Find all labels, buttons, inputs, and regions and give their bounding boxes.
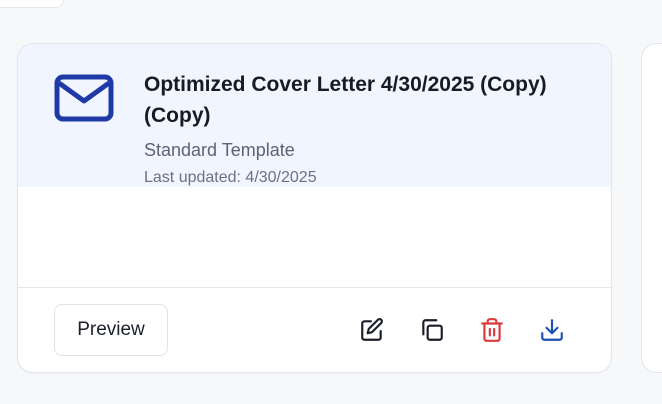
card-title: Optimized Cover Letter 4/30/2025 (Copy) … <box>144 73 547 127</box>
trash-icon <box>481 318 503 342</box>
template-name: Standard Template <box>144 140 295 160</box>
download-icon <box>541 319 563 341</box>
copy-button[interactable] <box>419 317 445 343</box>
mail-icon <box>54 74 114 122</box>
delete-button[interactable] <box>479 317 505 343</box>
next-card-edge <box>641 43 662 373</box>
download-button[interactable] <box>539 317 565 343</box>
edit-button[interactable] <box>359 317 385 343</box>
card-divider <box>18 287 611 288</box>
copy-icon <box>422 319 443 341</box>
edit-icon <box>361 318 383 341</box>
previous-control-fragment <box>0 0 64 8</box>
preview-button[interactable]: Preview <box>54 304 168 356</box>
cover-letter-card: Optimized Cover Letter 4/30/2025 (Copy) … <box>17 43 612 373</box>
card-info: Optimized Cover Letter 4/30/2025 (Copy) … <box>144 69 584 188</box>
last-updated: Last updated: 4/30/2025 <box>144 169 317 186</box>
